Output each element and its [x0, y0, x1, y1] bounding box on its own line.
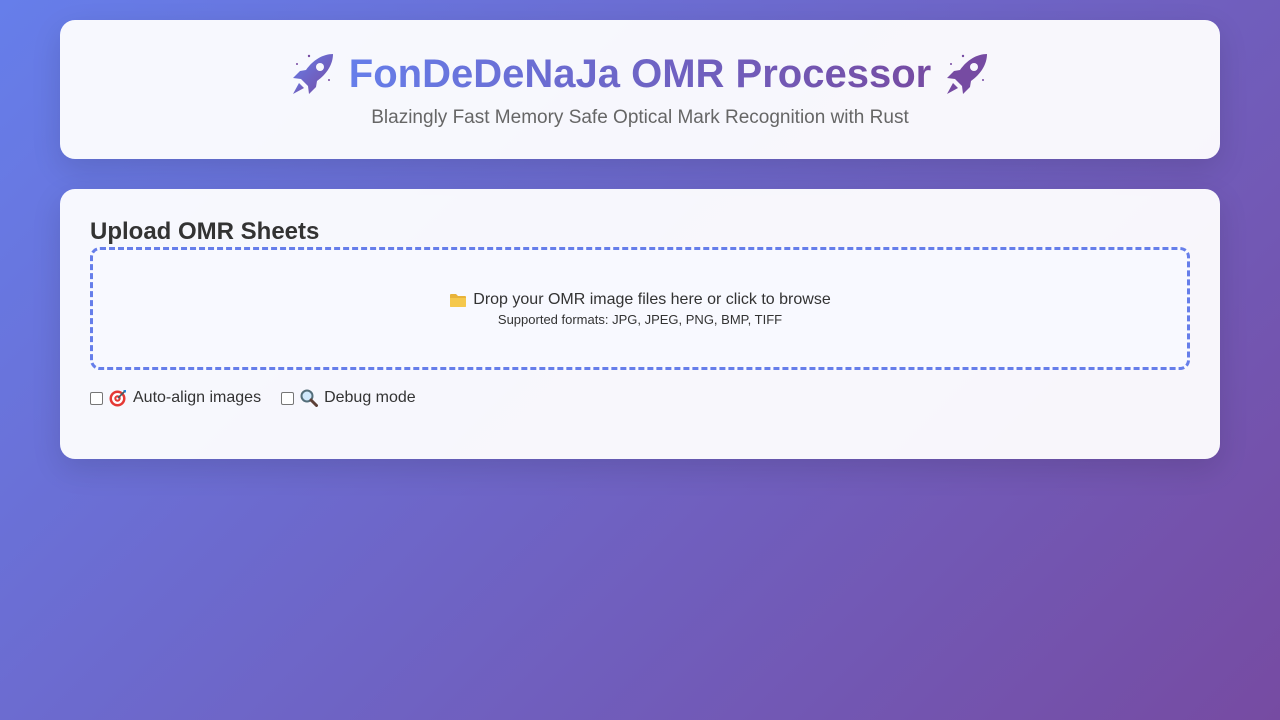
- section-title: Upload OMR Sheets: [90, 218, 320, 245]
- upload-card: Upload OMR Sheets Drop your OMR image fi…: [60, 189, 1220, 459]
- target-icon: [109, 390, 126, 407]
- rocket-icon: [947, 54, 988, 94]
- subtitle: Blazingly Fast Memory Safe Optical Mark …: [371, 107, 909, 128]
- debug-mode-option[interactable]: Debug mode: [281, 389, 416, 407]
- debug-mode-label: Debug mode: [324, 389, 416, 406]
- magnifier-icon: [300, 389, 319, 407]
- auto-align-checkbox[interactable]: [90, 391, 103, 405]
- rocket-icon: [292, 54, 333, 94]
- supported-formats: Supported formats: JPG, JPEG, PNG, BMP, …: [497, 312, 783, 327]
- options-row: Auto-align images Debug mode: [90, 389, 416, 407]
- page-title: FonDeDeNaJa OMR Processor: [348, 52, 932, 96]
- drop-instructions: Drop your OMR image files here or click …: [93, 290, 1187, 310]
- header-card: FonDeDeNaJa OMR Processor Blazingly Fast…: [60, 20, 1220, 159]
- file-drop-zone[interactable]: Drop your OMR image files here or click …: [90, 247, 1190, 370]
- debug-mode-checkbox[interactable]: [281, 391, 295, 405]
- auto-align-label: Auto-align images: [133, 389, 262, 406]
- folder-icon: [450, 293, 467, 307]
- drop-text: Drop your OMR image files here or click …: [473, 291, 831, 308]
- title-row: FonDeDeNaJa OMR Processor: [60, 50, 1220, 98]
- auto-align-option[interactable]: Auto-align images: [90, 389, 261, 407]
